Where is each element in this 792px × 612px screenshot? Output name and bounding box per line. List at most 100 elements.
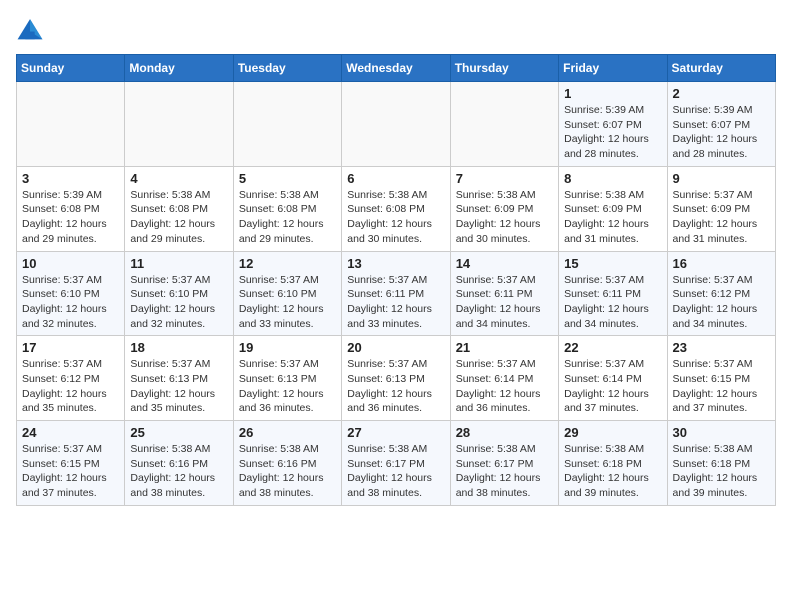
day-info: Sunrise: 5:37 AM Sunset: 6:10 PM Dayligh… [22,273,119,332]
day-number: 12 [239,256,336,271]
day-info: Sunrise: 5:37 AM Sunset: 6:14 PM Dayligh… [456,357,553,416]
day-number: 23 [673,340,770,355]
day-info: Sunrise: 5:37 AM Sunset: 6:12 PM Dayligh… [673,273,770,332]
day-info: Sunrise: 5:38 AM Sunset: 6:16 PM Dayligh… [130,442,227,501]
weekday-header-row: SundayMondayTuesdayWednesdayThursdayFrid… [17,55,776,82]
day-number: 15 [564,256,661,271]
day-number: 17 [22,340,119,355]
day-number: 1 [564,86,661,101]
calendar-cell: 9Sunrise: 5:37 AM Sunset: 6:09 PM Daylig… [667,166,775,251]
calendar-cell: 19 Sunrise: 5:37 AM Sunset: 6:13 PM Dayli… [233,336,341,421]
day-number: 9 [673,171,770,186]
calendar-cell: 18 Sunrise: 5:37 AM Sunset: 6:13 PM Dayli… [125,336,233,421]
day-number: 30 [673,425,770,440]
day-number: 25 [130,425,227,440]
day-number: 24 [22,425,119,440]
day-info: Sunrise: 5:37 AM Sunset: 6:13 PM Dayligh… [130,357,227,416]
calendar-cell: 13 Sunrise: 5:37 AM Sunset: 6:11 PM Dayli… [342,251,450,336]
day-info: Sunrise: 5:38 AM Sunset: 6:17 PM Dayligh… [347,442,444,501]
calendar-cell [17,82,125,167]
day-number: 2 [673,86,770,101]
calendar-cell: 15 Sunrise: 5:37 AM Sunset: 6:11 PM Dayli… [559,251,667,336]
weekday-header-monday: Monday [125,55,233,82]
calendar-week-2: 10 Sunrise: 5:37 AM Sunset: 6:10 PM Dayli… [17,251,776,336]
calendar-cell: 2 Sunrise: 5:39 AM Sunset: 6:07 PM Daylig… [667,82,775,167]
weekday-header-friday: Friday [559,55,667,82]
day-info: Sunrise: 5:38 AM Sunset: 6:17 PM Dayligh… [456,442,553,501]
calendar-cell: 1 Sunrise: 5:39 AM Sunset: 6:07 PM Daylig… [559,82,667,167]
calendar-cell: 14 Sunrise: 5:37 AM Sunset: 6:11 PM Dayli… [450,251,558,336]
day-number: 3 [22,171,119,186]
day-info: Sunrise: 5:37 AM Sunset: 6:12 PM Dayligh… [22,357,119,416]
calendar-cell: 4 Sunrise: 5:38 AM Sunset: 6:08 PM Daylig… [125,166,233,251]
weekday-header-wednesday: Wednesday [342,55,450,82]
day-info: Sunrise: 5:38 AM Sunset: 6:08 PM Dayligh… [130,188,227,247]
calendar-cell: 25 Sunrise: 5:38 AM Sunset: 6:16 PM Dayli… [125,421,233,506]
day-info: Sunrise: 5:38 AM Sunset: 6:09 PM Dayligh… [456,188,553,247]
day-info: Sunrise: 5:38 AM Sunset: 6:09 PM Dayligh… [564,188,661,247]
day-info: Sunrise: 5:39 AM Sunset: 6:07 PM Dayligh… [564,103,661,162]
day-number: 26 [239,425,336,440]
day-number: 27 [347,425,444,440]
weekday-header-tuesday: Tuesday [233,55,341,82]
calendar-week-4: 24Sunrise: 5:37 AM Sunset: 6:15 PM Dayli… [17,421,776,506]
day-number: 21 [456,340,553,355]
day-number: 13 [347,256,444,271]
calendar-week-1: 3 Sunrise: 5:39 AM Sunset: 6:08 PM Daylig… [17,166,776,251]
day-info: Sunrise: 5:38 AM Sunset: 6:08 PM Dayligh… [239,188,336,247]
calendar-cell: 10 Sunrise: 5:37 AM Sunset: 6:10 PM Dayli… [17,251,125,336]
weekday-header-thursday: Thursday [450,55,558,82]
calendar-cell: 22Sunrise: 5:37 AM Sunset: 6:14 PM Dayli… [559,336,667,421]
calendar-week-3: 17 Sunrise: 5:37 AM Sunset: 6:12 PM Dayli… [17,336,776,421]
day-info: Sunrise: 5:37 AM Sunset: 6:13 PM Dayligh… [347,357,444,416]
calendar-cell: 16 Sunrise: 5:37 AM Sunset: 6:12 PM Dayli… [667,251,775,336]
day-number: 29 [564,425,661,440]
day-info: Sunrise: 5:37 AM Sunset: 6:14 PM Dayligh… [564,357,661,416]
day-info: Sunrise: 5:37 AM Sunset: 6:10 PM Dayligh… [130,273,227,332]
calendar-cell: 7 Sunrise: 5:38 AM Sunset: 6:09 PM Daylig… [450,166,558,251]
calendar-cell: 3 Sunrise: 5:39 AM Sunset: 6:08 PM Daylig… [17,166,125,251]
day-info: Sunrise: 5:37 AM Sunset: 6:13 PM Dayligh… [239,357,336,416]
day-number: 19 [239,340,336,355]
calendar-week-0: 1 Sunrise: 5:39 AM Sunset: 6:07 PM Daylig… [17,82,776,167]
day-number: 20 [347,340,444,355]
day-number: 28 [456,425,553,440]
calendar-cell: 21 Sunrise: 5:37 AM Sunset: 6:14 PM Dayli… [450,336,558,421]
logo [16,16,48,44]
weekday-header-saturday: Saturday [667,55,775,82]
day-number: 10 [22,256,119,271]
day-number: 14 [456,256,553,271]
day-number: 7 [456,171,553,186]
day-info: Sunrise: 5:37 AM Sunset: 6:11 PM Dayligh… [564,273,661,332]
day-info: Sunrise: 5:39 AM Sunset: 6:07 PM Dayligh… [673,103,770,162]
day-info: Sunrise: 5:38 AM Sunset: 6:16 PM Dayligh… [239,442,336,501]
day-info: Sunrise: 5:38 AM Sunset: 6:08 PM Dayligh… [347,188,444,247]
day-info: Sunrise: 5:38 AM Sunset: 6:18 PM Dayligh… [673,442,770,501]
day-number: 8 [564,171,661,186]
logo-icon [16,16,44,44]
calendar-header: SundayMondayTuesdayWednesdayThursdayFrid… [17,55,776,82]
calendar-cell: 30 Sunrise: 5:38 AM Sunset: 6:18 PM Dayli… [667,421,775,506]
calendar-cell: 6 Sunrise: 5:38 AM Sunset: 6:08 PM Daylig… [342,166,450,251]
calendar-cell: 28 Sunrise: 5:38 AM Sunset: 6:17 PM Dayli… [450,421,558,506]
calendar-body: 1 Sunrise: 5:39 AM Sunset: 6:07 PM Daylig… [17,82,776,506]
day-info: Sunrise: 5:37 AM Sunset: 6:11 PM Dayligh… [347,273,444,332]
day-number: 6 [347,171,444,186]
calendar-cell [233,82,341,167]
page-header [16,16,776,44]
day-info: Sunrise: 5:38 AM Sunset: 6:18 PM Dayligh… [564,442,661,501]
day-info: Sunrise: 5:37 AM Sunset: 6:11 PM Dayligh… [456,273,553,332]
calendar-table: SundayMondayTuesdayWednesdayThursdayFrid… [16,54,776,506]
calendar-cell: 26 Sunrise: 5:38 AM Sunset: 6:16 PM Dayli… [233,421,341,506]
day-number: 16 [673,256,770,271]
weekday-header-sunday: Sunday [17,55,125,82]
calendar-cell [450,82,558,167]
calendar-cell: 23Sunrise: 5:37 AM Sunset: 6:15 PM Dayli… [667,336,775,421]
day-info: Sunrise: 5:39 AM Sunset: 6:08 PM Dayligh… [22,188,119,247]
calendar-cell [342,82,450,167]
day-number: 18 [130,340,227,355]
calendar-cell: 8 Sunrise: 5:38 AM Sunset: 6:09 PM Daylig… [559,166,667,251]
calendar-cell [125,82,233,167]
calendar-cell: 5Sunrise: 5:38 AM Sunset: 6:08 PM Daylig… [233,166,341,251]
day-number: 4 [130,171,227,186]
